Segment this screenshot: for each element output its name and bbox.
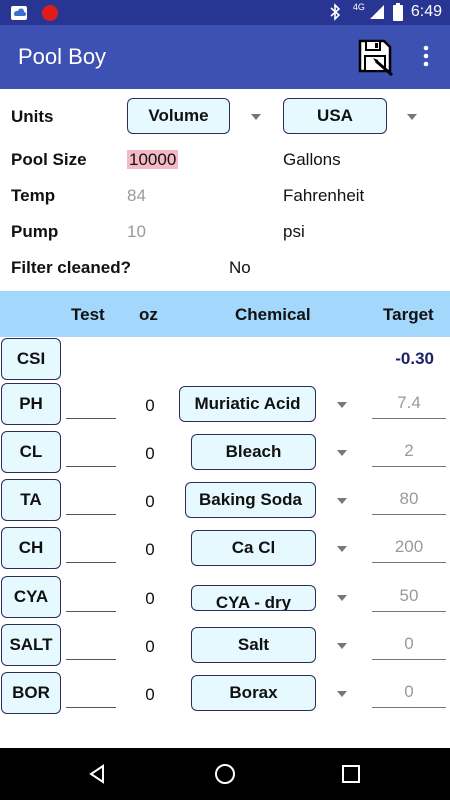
bluetooth-icon	[330, 3, 341, 21]
ch-oz-value: 0	[145, 540, 155, 559]
cl-target-input[interactable]: 2	[372, 437, 446, 467]
dropdown-arrow-icon[interactable]	[337, 595, 347, 601]
dropdown-arrow-icon[interactable]	[251, 114, 261, 120]
save-settings-icon	[358, 39, 393, 77]
bor-test-button[interactable]: BOR	[1, 672, 61, 714]
clock: 6:49	[410, 3, 442, 20]
system-nav-bar	[0, 748, 450, 800]
cya-test-button[interactable]: CYA	[1, 576, 61, 618]
cl-test-input[interactable]	[66, 437, 116, 467]
table-header: Test oz Chemical Target	[0, 291, 450, 337]
bor-oz-value: 0	[145, 685, 155, 704]
ch-chemical-spinner[interactable]: Ca Cl	[191, 530, 316, 566]
ch-test-input[interactable]	[66, 533, 116, 563]
pump-label: Pump	[11, 222, 59, 241]
save-settings-button[interactable]	[356, 37, 396, 77]
recents-icon[interactable]	[342, 765, 360, 783]
overflow-menu-icon	[423, 45, 429, 67]
dropdown-arrow-icon[interactable]	[337, 498, 347, 504]
salt-test-input[interactable]	[66, 630, 116, 660]
bor-chemical-spinner[interactable]: Borax	[191, 675, 316, 711]
status-bar: 4G 6:49	[0, 0, 450, 25]
salt-target-input[interactable]: 0	[372, 630, 446, 660]
ph-oz-value: 0	[145, 396, 155, 415]
temp-label: Temp	[11, 186, 56, 205]
ch-target-input[interactable]: 200	[372, 533, 446, 563]
bor-target-input[interactable]: 0	[372, 678, 446, 708]
cya-test-input[interactable]	[66, 582, 116, 612]
units-label: Units	[11, 107, 54, 126]
app-title: Pool Boy	[18, 44, 107, 69]
pool-settings-section: Units Volume USA Pool Size 10000 Gallons…	[0, 89, 450, 291]
ph-chemical-spinner[interactable]: Muriatic Acid	[179, 386, 316, 422]
network-type: 4G	[352, 2, 365, 12]
cya-target-input[interactable]: 50	[372, 582, 446, 612]
dropdown-arrow-icon[interactable]	[337, 450, 347, 456]
filter-label: Filter cleaned?	[11, 258, 131, 277]
filter-value[interactable]: No	[229, 258, 251, 278]
app-bar: Pool Boy	[0, 25, 450, 89]
pump-unit: psi	[283, 222, 305, 241]
home-icon[interactable]	[214, 763, 236, 785]
ph-test-button[interactable]: PH	[1, 383, 61, 425]
cl-test-button[interactable]: CL	[1, 431, 61, 473]
ta-test-button[interactable]: TA	[1, 479, 61, 521]
temp-input[interactable]: 84	[127, 186, 146, 206]
pool-size-value: 10000	[127, 150, 179, 169]
chemical-column-header: Chemical	[235, 305, 311, 324]
back-icon[interactable]	[87, 764, 107, 784]
pump-input[interactable]: 10	[127, 222, 146, 242]
dropdown-arrow-icon[interactable]	[337, 643, 347, 649]
cya-chemical-spinner[interactable]: CYA - dry	[191, 585, 316, 611]
dropdown-arrow-icon[interactable]	[407, 114, 417, 120]
csi-button[interactable]: CSI	[1, 338, 61, 380]
ta-target-input[interactable]: 80	[372, 485, 446, 515]
oz-column-header: oz	[139, 305, 158, 324]
pool-size-unit: Gallons	[283, 150, 341, 169]
ph-target-input[interactable]: 7.4	[372, 389, 446, 419]
unit-system-spinner[interactable]: USA	[283, 98, 387, 134]
temp-unit: Fahrenheit	[283, 186, 365, 205]
ta-oz-value: 0	[145, 492, 155, 511]
ta-test-input[interactable]	[66, 485, 116, 515]
salt-chemical-spinner[interactable]: Salt	[191, 627, 316, 663]
screen-record-icon	[42, 5, 58, 21]
dropdown-arrow-icon[interactable]	[337, 691, 347, 697]
cloud-notification-icon	[11, 6, 27, 20]
chemical-table: CSI -0.30 PH 0 Muriatic Acid 7.4 CL 0 Bl…	[0, 337, 450, 748]
target-column-header: Target	[383, 305, 434, 324]
cl-oz-value: 0	[145, 444, 155, 463]
battery-icon	[392, 3, 403, 21]
pool-size-input[interactable]: 10000	[127, 150, 179, 170]
signal-icon	[369, 5, 384, 19]
bor-test-input[interactable]	[66, 678, 116, 708]
csi-value: -0.30	[395, 349, 434, 368]
ph-test-input[interactable]	[66, 389, 116, 419]
dropdown-arrow-icon[interactable]	[337, 402, 347, 408]
cl-chemical-spinner[interactable]: Bleach	[191, 434, 316, 470]
salt-oz-value: 0	[145, 637, 155, 656]
test-column-header: Test	[71, 305, 105, 324]
cya-oz-value: 0	[145, 589, 155, 608]
volume-spinner[interactable]: Volume	[127, 98, 230, 134]
ch-test-button[interactable]: CH	[1, 527, 61, 569]
salt-test-button[interactable]: SALT	[1, 624, 61, 666]
ta-chemical-spinner[interactable]: Baking Soda	[185, 482, 316, 518]
pool-size-label: Pool Size	[11, 150, 87, 169]
dropdown-arrow-icon[interactable]	[337, 546, 347, 552]
overflow-menu-button[interactable]	[414, 43, 438, 71]
